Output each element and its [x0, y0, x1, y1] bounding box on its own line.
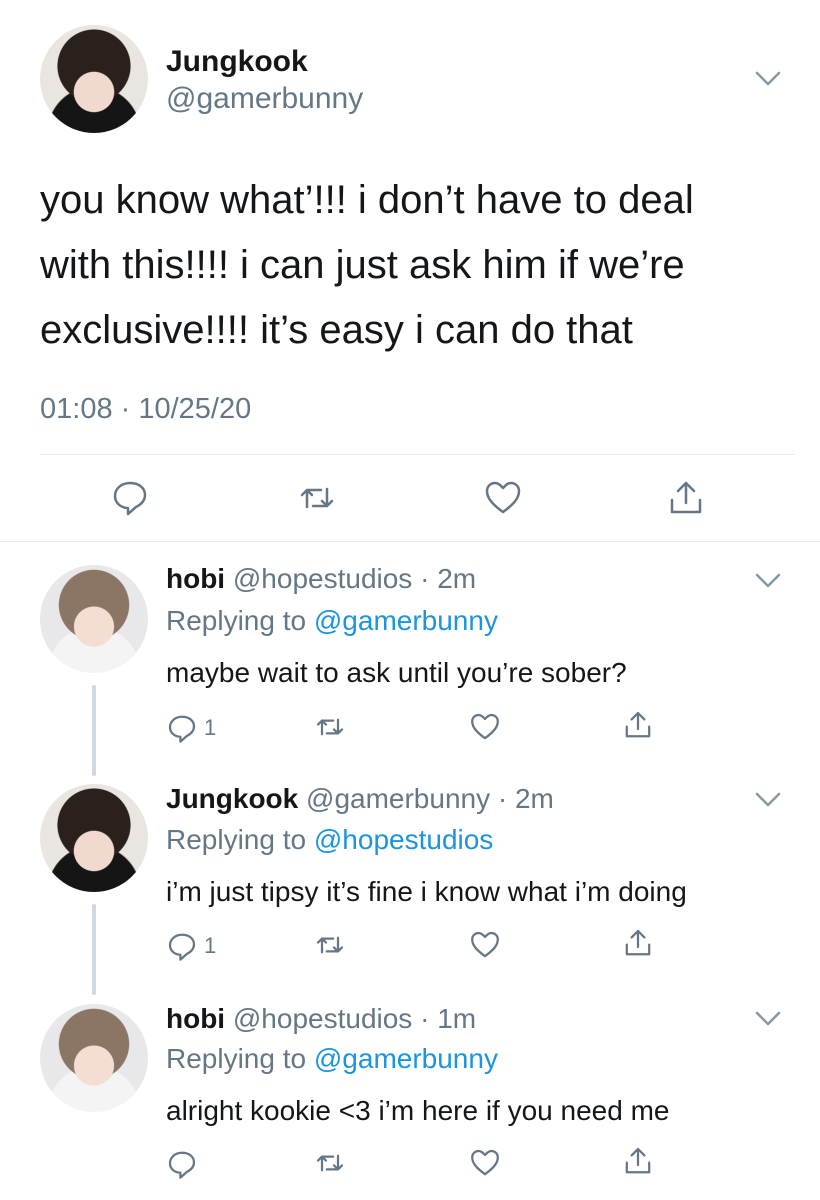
- chevron-down-icon[interactable]: [755, 1010, 781, 1028]
- reply-icon[interactable]: [166, 930, 198, 962]
- retweet-icon[interactable]: [314, 711, 346, 743]
- reply-text: maybe wait to ask until you’re sober?: [166, 657, 627, 688]
- reply-header: hobi @hopestudios · 1m: [166, 1003, 476, 1035]
- reply-icon[interactable]: [166, 1148, 198, 1180]
- retweet-icon[interactable]: [314, 929, 346, 961]
- divider: [0, 541, 820, 542]
- thread-line: [92, 685, 96, 776]
- replying-to: Replying to @hopestudios: [166, 824, 493, 856]
- display-name[interactable]: hobi: [166, 1003, 225, 1034]
- reply-time: · 1m: [420, 1003, 477, 1034]
- tweet-text-line: you know what’!!! i don’t have to deal: [40, 178, 694, 222]
- reply-count: 1: [204, 715, 217, 740]
- divider: [40, 454, 795, 455]
- display-name[interactable]: hobi: [166, 563, 225, 594]
- avatar[interactable]: [40, 25, 148, 133]
- retweet-icon[interactable]: [314, 1147, 346, 1179]
- like-icon[interactable]: [469, 1147, 501, 1179]
- replying-to-link[interactable]: @gamerbunny: [314, 605, 498, 636]
- like-icon[interactable]: [483, 478, 523, 518]
- tweet-text-line: with this!!!! i can just ask him if we’r…: [40, 243, 685, 287]
- replying-to-prefix: Replying to: [166, 824, 314, 855]
- share-icon[interactable]: [666, 478, 706, 518]
- timestamp[interactable]: 01:08 · 10/25/20: [40, 393, 251, 426]
- like-icon[interactable]: [469, 929, 501, 961]
- replying-to-link[interactable]: @hopestudios: [314, 824, 493, 855]
- reply-count: 1: [204, 933, 217, 958]
- replying-to-link[interactable]: @gamerbunny: [314, 1043, 498, 1074]
- tweet-text: you know what’!!! i don’t have to deal w…: [40, 168, 800, 363]
- avatar[interactable]: [40, 565, 148, 673]
- chevron-down-icon[interactable]: [755, 70, 781, 88]
- handle[interactable]: @hopestudios: [233, 1003, 412, 1034]
- replying-to: Replying to @gamerbunny: [166, 605, 498, 637]
- share-icon[interactable]: [622, 709, 654, 741]
- tweet-text-line: exclusive!!!! it’s easy i can do that: [40, 308, 633, 352]
- retweet-icon[interactable]: [297, 478, 337, 518]
- display-name[interactable]: Jungkook: [166, 45, 308, 79]
- replying-to: Replying to @gamerbunny: [166, 1043, 498, 1075]
- reply-time: · 2m: [420, 563, 477, 594]
- chevron-down-icon[interactable]: [755, 791, 781, 809]
- reply-header: Jungkook @gamerbunny · 2m: [166, 783, 554, 815]
- reply-text: i’m just tipsy it’s fine i know what i’m…: [166, 876, 687, 907]
- avatar[interactable]: [40, 784, 148, 892]
- reply-text: alright kookie <3 i’m here if you need m…: [166, 1095, 670, 1126]
- handle[interactable]: @hopestudios: [233, 563, 412, 594]
- reply-header: hobi @hopestudios · 2m: [166, 563, 476, 595]
- share-icon[interactable]: [622, 1145, 654, 1177]
- like-icon[interactable]: [469, 711, 501, 743]
- reply-time: · 2m: [497, 783, 554, 814]
- chevron-down-icon[interactable]: [755, 572, 781, 590]
- replying-to-prefix: Replying to: [166, 1043, 314, 1074]
- share-icon[interactable]: [622, 927, 654, 959]
- thread-line: [92, 904, 96, 995]
- replying-to-prefix: Replying to: [166, 605, 314, 636]
- display-name[interactable]: Jungkook: [166, 783, 298, 814]
- reply-icon[interactable]: [166, 712, 198, 744]
- reply-icon[interactable]: [110, 477, 150, 517]
- handle[interactable]: @gamerbunny: [306, 783, 490, 814]
- avatar[interactable]: [40, 1004, 148, 1112]
- handle[interactable]: @gamerbunny: [166, 82, 363, 116]
